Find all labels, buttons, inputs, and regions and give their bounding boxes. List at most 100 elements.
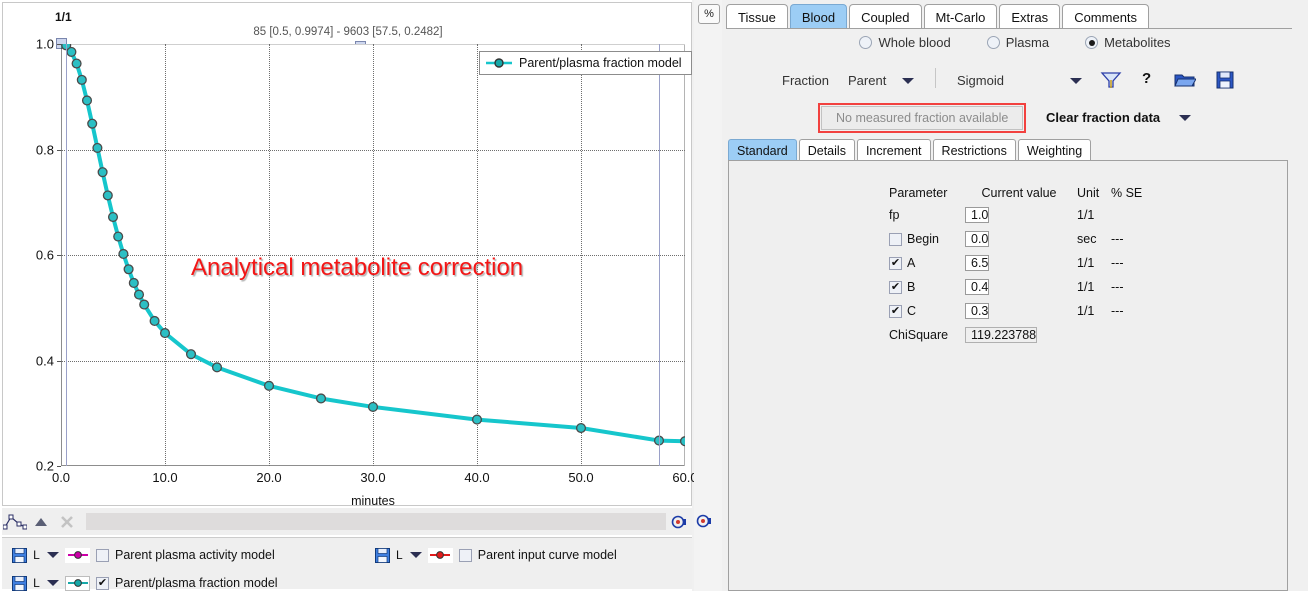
no-fraction-highlight: No measured fraction available xyxy=(818,103,1027,133)
model-select-value[interactable]: Sigmoid xyxy=(957,73,1004,88)
series-level-label: L xyxy=(33,548,40,562)
fraction-label: Fraction xyxy=(782,73,829,88)
save-icon[interactable] xyxy=(1216,71,1234,94)
parameter-table: Parameter Current value Unit % SE fp 1.0 1… xyxy=(889,183,1143,347)
parameter-fit-checkbox[interactable]: ✔ xyxy=(889,304,902,318)
blood-type-radio-group: Whole blood Plasma Metabolites xyxy=(722,35,1308,50)
parameter-value-input[interactable]: 0.3 xyxy=(965,302,990,319)
parameter-name: ✔ C xyxy=(889,304,965,318)
save-icon[interactable] xyxy=(12,576,27,591)
series-menu-caret-icon[interactable] xyxy=(47,552,59,558)
percent-tab-button[interactable]: % xyxy=(698,4,720,24)
polyline-icon[interactable] xyxy=(2,511,28,533)
parameter-name-text: C xyxy=(907,304,917,318)
tab-comments[interactable]: Comments xyxy=(1062,4,1150,29)
fraction-select-caret-icon[interactable] xyxy=(902,78,914,84)
cursor-line-end[interactable] xyxy=(659,44,660,466)
radio-whole-blood[interactable]: Whole blood xyxy=(859,35,951,50)
legend-marker-icon xyxy=(486,58,512,68)
parameter-row: ✔ C 0.3 1/1 --- xyxy=(889,299,1143,323)
series-level-label: L xyxy=(33,576,40,590)
save-icon[interactable] xyxy=(374,548,390,563)
cursor-line-start[interactable] xyxy=(66,44,67,466)
parameter-se: --- xyxy=(1111,256,1124,270)
close-icon[interactable] xyxy=(54,511,80,533)
filter-icon[interactable] xyxy=(1100,71,1122,94)
folder-open-icon[interactable] xyxy=(1174,71,1197,94)
x-tick-label: 10.0 xyxy=(152,470,178,485)
parameter-row: ✔ A 6.5 1/1 --- xyxy=(889,251,1143,275)
header-current-value: Current value xyxy=(981,186,1057,200)
tab-mt-carlo[interactable]: Mt-Carlo xyxy=(923,4,998,29)
series-visibility-checkbox[interactable] xyxy=(458,548,472,562)
tab-tissue[interactable]: Tissue xyxy=(726,4,788,29)
parameter-row: ChiSquare 119.223788 xyxy=(889,323,1143,347)
series-marker-swatch[interactable] xyxy=(65,547,90,563)
no-measured-fraction-button[interactable]: No measured fraction available xyxy=(821,106,1024,130)
radio-button-icon[interactable] xyxy=(859,36,873,49)
parameter-fit-checkbox[interactable]: ✔ xyxy=(889,280,902,294)
radio-metabolites[interactable]: Metabolites xyxy=(1085,35,1171,50)
toolbar-separator xyxy=(935,68,936,88)
tabbar-underline xyxy=(726,28,1292,29)
fraction-select-value[interactable]: Parent xyxy=(848,73,886,88)
series-item: L ✔ Parent/plasma fraction model xyxy=(12,575,278,591)
series-visibility-checkbox[interactable] xyxy=(96,548,109,562)
series-label: Parent input curve model xyxy=(477,548,617,562)
parameter-unit: 1/1 xyxy=(1077,304,1095,318)
parameter-fit-checkbox[interactable] xyxy=(889,232,902,246)
legend-label: Parent/plasma fraction model xyxy=(519,56,682,70)
subtab-standard[interactable]: Standard xyxy=(728,139,797,161)
series-marker-swatch[interactable] xyxy=(427,547,453,563)
header-unit: Unit xyxy=(1077,186,1100,200)
application-window: 1/1 85 [0.5, 0.9974] - 9603 [57.5, 0.248… xyxy=(0,0,1308,591)
radio-button-icon[interactable] xyxy=(1085,36,1099,49)
tab-coupled[interactable]: Coupled xyxy=(849,4,922,29)
radio-button-icon[interactable] xyxy=(986,36,1000,49)
plot-text-input[interactable] xyxy=(86,513,666,530)
radio-plasma[interactable]: Plasma xyxy=(986,35,1050,50)
target-icon[interactable] xyxy=(666,511,692,533)
header-parameter: Parameter xyxy=(889,186,948,200)
parameter-value-input[interactable]: 6.5 xyxy=(965,254,990,271)
parameter-value-input[interactable]: 0.4 xyxy=(965,278,990,295)
parameter-se: --- xyxy=(1111,304,1124,318)
parameter-value-input[interactable]: 1.0 xyxy=(965,206,990,223)
subtab-details[interactable]: Details xyxy=(798,139,855,161)
subtab-increment[interactable]: Increment xyxy=(856,139,931,161)
series-row: L ✔ Parent/plasma fraction model xyxy=(12,572,312,591)
clear-fraction-caret-icon[interactable] xyxy=(1179,115,1191,121)
parameter-fit-checkbox[interactable]: ✔ xyxy=(889,256,902,270)
series-marker-swatch[interactable] xyxy=(65,575,90,591)
parameter-name: Begin xyxy=(889,232,965,246)
subtab-weighting[interactable]: Weighting xyxy=(1017,139,1092,161)
clear-fraction-data-button[interactable]: Clear fraction data xyxy=(1046,110,1160,125)
tab-blood[interactable]: Blood xyxy=(789,4,848,29)
parameter-name-text: fp xyxy=(889,208,900,222)
triangle-up-icon[interactable] xyxy=(28,511,54,533)
plot-settings-icon[interactable] xyxy=(696,512,714,530)
model-select-caret-icon[interactable] xyxy=(1070,78,1082,84)
parameter-value-input[interactable]: 0.0 xyxy=(965,230,990,247)
fraction-status-row: No measured fraction available Clear fra… xyxy=(722,103,1308,133)
header-se: % SE xyxy=(1111,186,1143,200)
parameter-unit: 1/1 xyxy=(1077,280,1095,294)
save-icon[interactable] xyxy=(12,548,27,563)
plot-area[interactable]: 0.2 0.4 0.6 0.8 1.0 0.0 10.0 20.0 30.0 40.0 50.0 6… xyxy=(36,37,698,509)
series-visibility-checkbox[interactable]: ✔ xyxy=(96,576,109,590)
parameter-value-input: 119.223788 xyxy=(965,326,1038,343)
radio-label: Plasma xyxy=(1005,35,1050,50)
series-row: L Parent plasma activity model L Parent inp… xyxy=(12,544,651,566)
subtab-restrictions[interactable]: Restrictions xyxy=(932,139,1016,161)
parameter-value-cell: 0.3 xyxy=(965,302,1073,321)
plot-legend[interactable]: Parent/plasma fraction model xyxy=(479,51,692,75)
x-tick-label: 50.0 xyxy=(568,470,594,485)
help-button[interactable]: ? xyxy=(1142,70,1151,87)
plot-frame: 1/1 85 [0.5, 0.9974] - 9603 [57.5, 0.248… xyxy=(2,2,698,509)
x-tick-label: 30.0 xyxy=(360,470,386,485)
y-tick-label: 0.8 xyxy=(35,142,54,157)
tab-extras[interactable]: Extras xyxy=(999,4,1061,29)
series-menu-caret-icon[interactable] xyxy=(409,552,422,558)
panel-splitter[interactable] xyxy=(694,0,722,591)
series-menu-caret-icon[interactable] xyxy=(47,580,59,586)
